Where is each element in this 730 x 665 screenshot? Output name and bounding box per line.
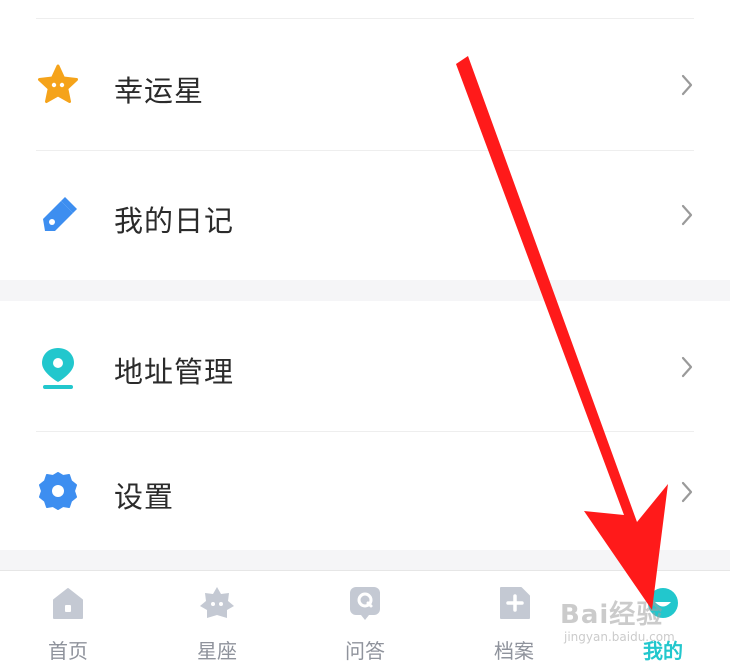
baidu-jingyan-watermark: Bai经验 jingyan.baidu.com (560, 596, 720, 656)
menu-item-lucky-star[interactable]: 幸运星 (0, 20, 730, 150)
section-gap (0, 550, 730, 570)
tab-label: 星座 (197, 639, 237, 663)
menu-item-address[interactable]: 地址管理 (0, 301, 730, 431)
diary-pen-icon (36, 194, 80, 238)
chevron-right-icon (676, 481, 698, 503)
chevron-right-icon (676, 74, 698, 96)
chevron-right-icon (676, 356, 698, 378)
menu-item-settings[interactable]: 设置 (0, 432, 730, 550)
tab-qa[interactable]: 问答 (305, 571, 425, 665)
tab-label: 首页 (48, 639, 88, 663)
menu-item-label: 幸运星 (114, 74, 205, 108)
tab-label: 档案 (494, 639, 534, 663)
menu-item-label: 地址管理 (114, 355, 235, 389)
gear-icon (36, 469, 80, 513)
tab-home[interactable]: 首页 (8, 571, 128, 665)
qa-icon (347, 585, 383, 621)
lucky-star-icon (36, 63, 80, 107)
watermark-brand: Bai经验 (560, 600, 664, 630)
home-icon (50, 585, 86, 621)
tab-constellation[interactable]: 星座 (157, 571, 277, 665)
tab-archive[interactable]: 档案 (454, 571, 574, 665)
constellation-icon (199, 585, 235, 621)
tab-label: 问答 (345, 639, 385, 663)
menu-item-label: 我的日记 (114, 204, 235, 238)
section-gap (0, 280, 730, 301)
menu-item-diary[interactable]: 我的日记 (0, 151, 730, 280)
location-pin-icon (36, 346, 80, 390)
watermark-url: jingyan.baidu.com (564, 630, 675, 644)
chevron-right-icon (676, 204, 698, 226)
file-plus-icon (496, 585, 532, 621)
menu-item-label: 设置 (114, 480, 175, 514)
top-divider (36, 18, 694, 19)
